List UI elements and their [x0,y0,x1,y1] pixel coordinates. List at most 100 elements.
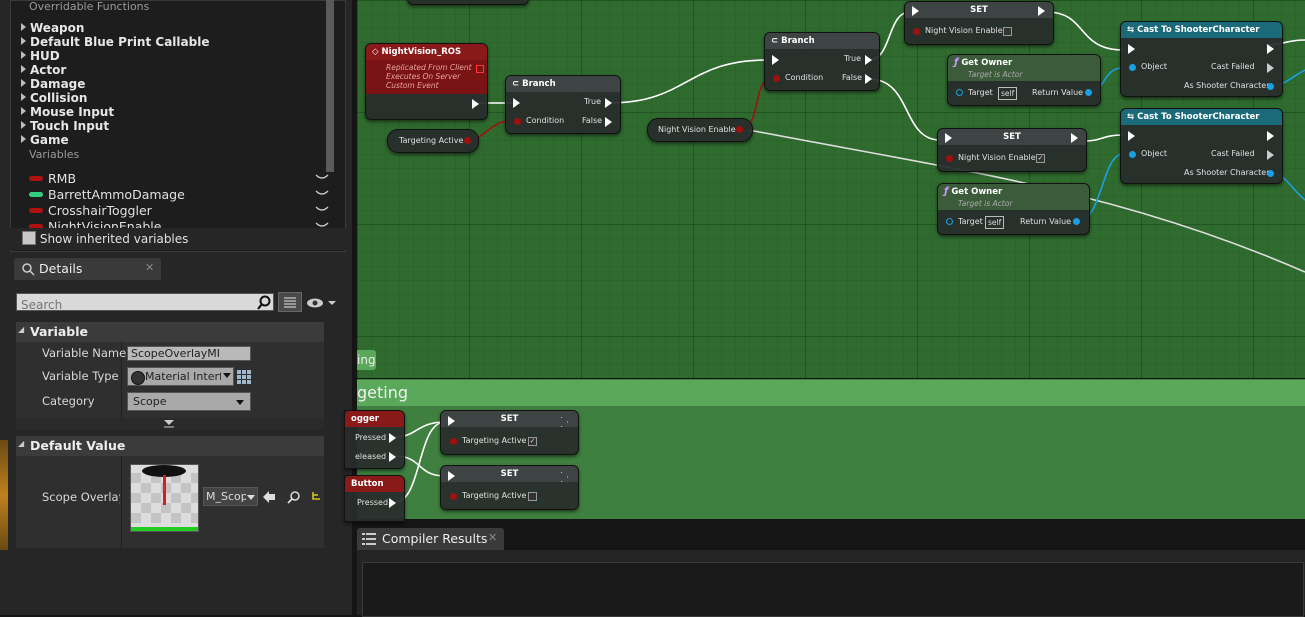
exec-in-pin[interactable] [945,133,952,143]
false-exec-pin[interactable] [865,74,872,84]
category-dropdown[interactable]: Scope [127,392,251,411]
variable-section-header[interactable]: ◢ Variable [16,322,324,342]
exec-in-pin[interactable] [448,471,455,481]
cast-failed-pin[interactable] [1267,63,1274,73]
bool-checkbox-checked[interactable]: ✓ [1036,154,1045,163]
exec-in-pin[interactable] [513,98,520,108]
set-night-vision-node-1[interactable]: SET Night Vision Enable [904,1,1054,45]
node-header: Button [345,476,404,492]
bool-out-pin[interactable] [464,137,471,144]
comment-box-label[interactable]: ing [357,350,376,370]
bool-in-pin[interactable] [946,155,953,162]
true-exec-pin[interactable] [865,55,872,65]
use-selected-arrow-icon[interactable] [262,490,276,504]
set-targeting-active-node-1[interactable]: SET Targeting Active ✓ [440,410,579,455]
close-icon[interactable]: ✕ [145,261,154,274]
category-mouse-input[interactable]: Mouse Input [11,105,114,119]
browse-search-icon[interactable] [287,490,301,504]
released-exec-pin[interactable] [389,452,396,462]
graph-canvas[interactable]: ◇ NightVision_ROS Replicated From Client… [357,0,1305,378]
exec-out-pin[interactable] [1267,131,1274,141]
targeting-active-getter[interactable]: Targeting Active [387,129,479,153]
category-actor[interactable]: Actor [11,63,66,77]
category-collision[interactable]: Collision [11,91,87,105]
reset-to-default-icon[interactable] [310,490,322,502]
object-in-pin[interactable] [1129,64,1136,71]
asset-picker-dropdown[interactable]: M_Scop [203,487,258,506]
category-game[interactable]: Game [11,133,69,147]
variable-crosshair-toggler[interactable]: CrosshairToggler [29,203,329,219]
details-search-input[interactable] [17,297,245,313]
cast-to-shooter-character-node-2[interactable]: ⇆ Cast To ShooterCharacter Object Cast F… [1120,108,1283,184]
bool-checkbox[interactable] [1003,27,1012,36]
set-targeting-active-node-2[interactable]: SET Targeting Active [440,465,579,510]
cast-to-shooter-character-node-1[interactable]: ⇆ Cast To ShooterCharacter Object Cast F… [1120,21,1283,97]
category-touch-input[interactable]: Touch Input [11,119,109,133]
set-night-vision-node-2[interactable]: SET Night Vision Enable ✓ [937,128,1087,172]
search-icon[interactable] [256,295,272,311]
cast-failed-pin[interactable] [1267,150,1274,160]
night-vision-enable-getter[interactable]: Night Vision Enable [647,118,753,142]
material-thumbnail[interactable] [130,464,201,532]
advanced-expander[interactable] [16,418,324,430]
default-value-section-header[interactable]: ◢ Default Value [16,436,324,456]
bool-in-pin[interactable] [450,493,457,500]
property-matrix-button[interactable] [278,292,302,312]
comment-title-bar[interactable]: geting [357,380,1305,406]
close-icon[interactable]: ✕ [488,531,497,544]
variable-name-input[interactable]: ScopeOverlayMI [127,346,251,361]
show-inherited-row[interactable]: Show inherited variables [10,228,346,250]
category-damage[interactable]: Damage [11,77,85,91]
return-value-pin[interactable] [1085,89,1092,96]
bool-in-pin[interactable] [450,438,457,445]
exec-out-pin[interactable] [1267,44,1274,54]
exec-in-pin[interactable] [448,416,455,426]
exec-out-pin[interactable] [472,99,479,109]
variable-rmb[interactable]: RMB [29,171,329,187]
object-in-pin[interactable] [1129,151,1136,158]
bool-checkbox-checked[interactable]: ✓ [528,437,537,446]
condition-pin[interactable] [514,118,521,125]
bool-checkbox[interactable] [528,492,537,501]
exec-in-pin[interactable] [1128,44,1135,54]
variable-type-dropdown[interactable]: Material Interfa [127,367,234,386]
branch-node-1[interactable]: ⊂ Branch True Condition False [505,75,621,134]
compiler-results-tab[interactable]: Compiler Results ✕ [357,528,504,550]
button-input-node[interactable]: Button Pressed [344,475,405,522]
branch-node-2[interactable]: ⊂ Branch True Condition False [764,32,880,91]
bool-out-pin[interactable] [736,126,743,133]
as-shooter-character-pin[interactable] [1267,170,1274,177]
get-owner-node-1[interactable]: ƒ Get Owner Target is Actor Target self … [947,54,1101,106]
visibility-dropdown[interactable] [306,295,338,311]
bool-in-pin[interactable] [913,28,920,35]
condition-pin[interactable] [773,75,780,82]
container-type-grid-icon[interactable] [236,369,252,385]
crosshair-toggler-input-node[interactable]: ogger Pressed eleased [344,410,405,469]
exec-in-pin[interactable] [772,55,779,65]
target-in-pin[interactable] [946,218,953,225]
target-in-pin[interactable] [956,89,963,96]
details-tab[interactable]: Details ✕ [14,258,161,280]
night-vision-ros-event-node[interactable]: ◇ NightVision_ROS Replicated From Client… [365,43,488,120]
exec-out-pin[interactable] [1071,133,1078,143]
pressed-exec-pin[interactable] [389,433,396,443]
true-exec-pin[interactable] [605,98,612,108]
variable-barrett-ammo-damage[interactable]: BarrettAmmoDamage [29,187,329,203]
pressed-exec-pin[interactable] [389,498,396,508]
category-hud[interactable]: HUD [11,49,60,63]
exec-out-pin[interactable] [1038,6,1045,16]
compiler-results-list[interactable] [362,562,1304,617]
get-owner-node-2[interactable]: ƒ Get Owner Target is Actor Target self … [937,183,1090,235]
category-default-blueprint-callable[interactable]: Default Blue Print Callable [11,35,209,49]
return-value-pin[interactable] [1073,218,1080,225]
delegate-pin-icon[interactable] [476,65,484,73]
my-blueprint-scrollbar[interactable] [326,0,334,172]
category-weapon[interactable]: Weapon [11,21,84,35]
show-inherited-checkbox[interactable] [22,231,36,245]
as-shooter-character-pin[interactable] [1267,83,1274,90]
exec-in-pin[interactable] [1128,131,1135,141]
false-exec-pin[interactable] [605,117,612,127]
offscreen-node[interactable] [407,0,529,5]
exec-wire [868,78,941,141]
exec-in-pin[interactable] [912,6,919,16]
